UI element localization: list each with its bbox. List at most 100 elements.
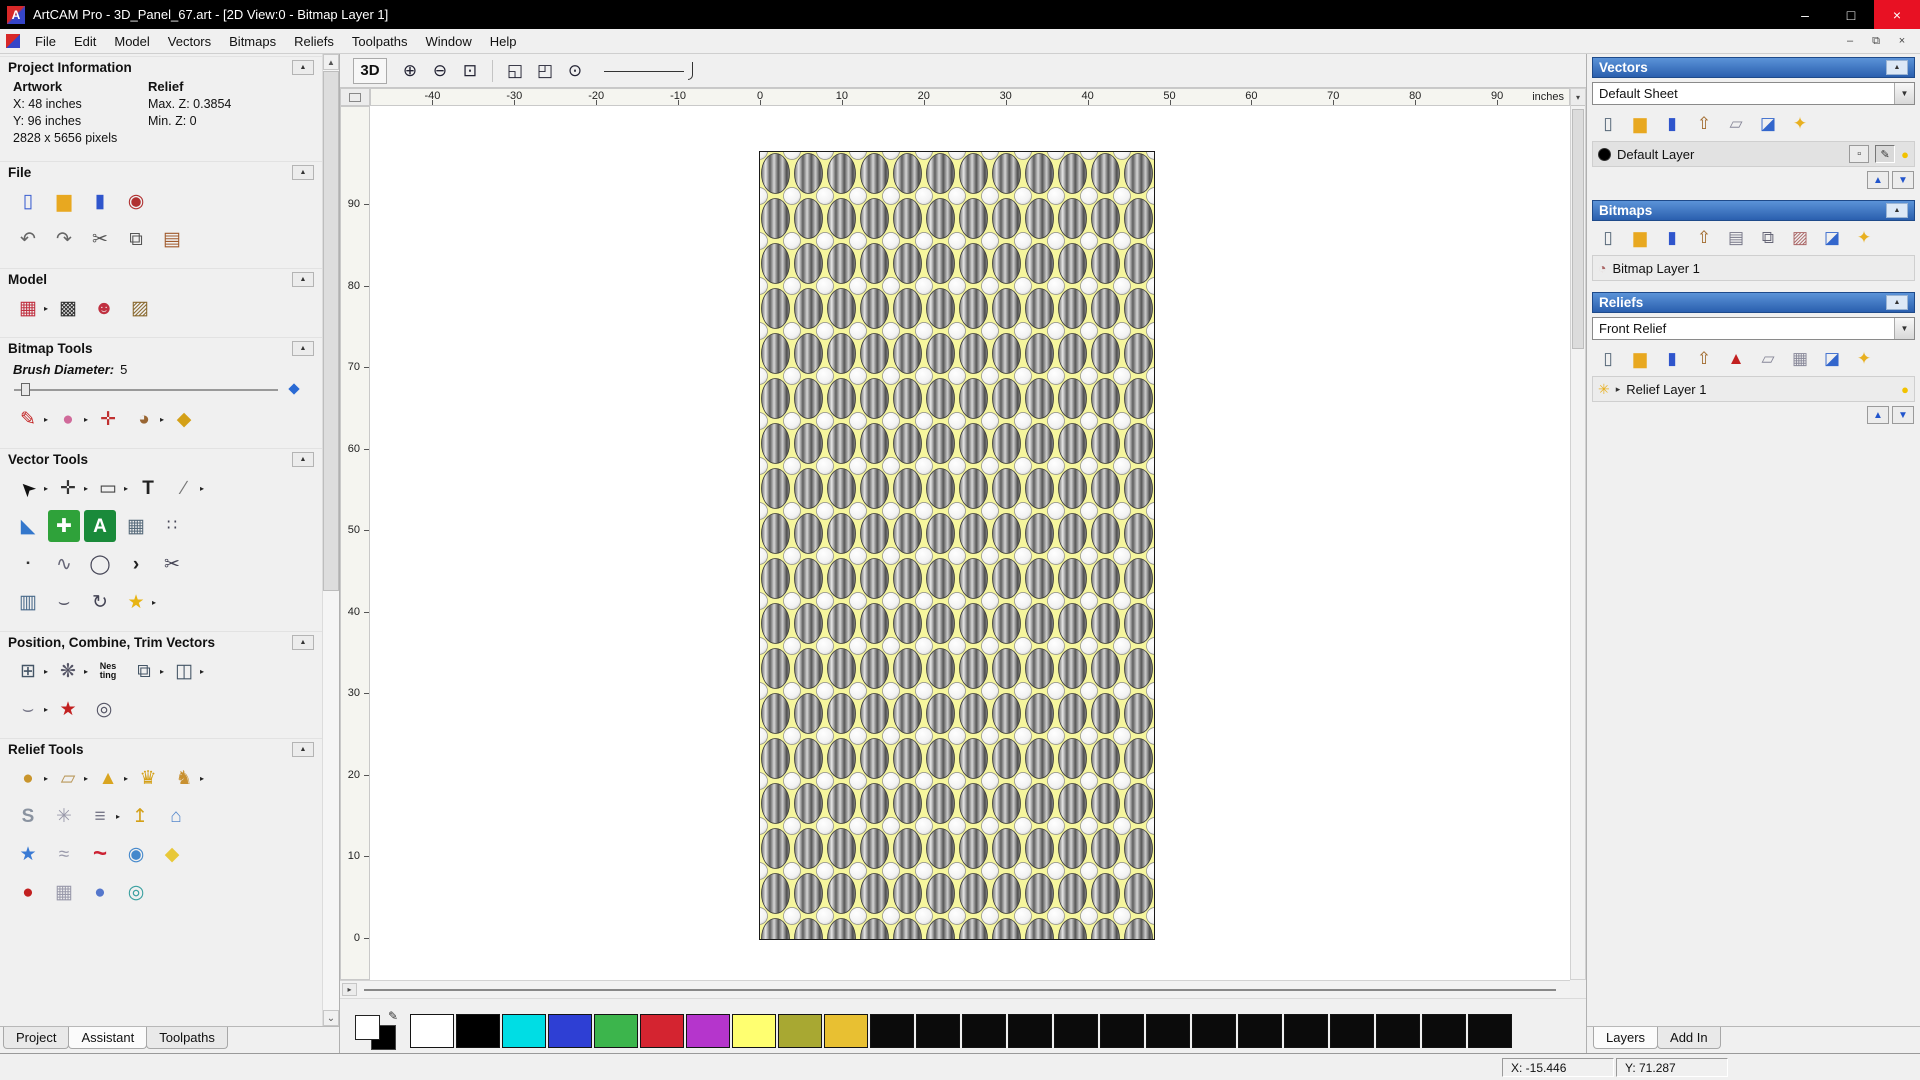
greyscale-model-icon[interactable]: ▩ xyxy=(52,292,84,324)
delete-relief-layer-icon[interactable]: ◪ xyxy=(1817,345,1847,371)
drawing-canvas[interactable] xyxy=(370,106,1570,980)
circular-array-flyout-arrow[interactable]: ▸ xyxy=(84,667,88,676)
block-array-icon[interactable]: ∷ xyxy=(156,510,188,542)
smooth-relief-flyout-arrow[interactable]: ▸ xyxy=(84,774,88,783)
menu-reliefs[interactable]: Reliefs xyxy=(285,30,343,53)
airbrush-icon[interactable]: ● xyxy=(52,403,84,435)
align-objects-icon[interactable]: ⊞ xyxy=(12,655,44,687)
fit-arcs-flyout-arrow[interactable]: ▸ xyxy=(44,705,48,714)
line-width-handle[interactable] xyxy=(688,61,693,80)
rollup-button[interactable]: ▲ xyxy=(292,742,314,757)
tab-project[interactable]: Project xyxy=(3,1027,70,1049)
smooth-relief-icon[interactable]: ▱ xyxy=(52,762,84,794)
face-wizard-icon[interactable]: ☻ xyxy=(88,292,120,324)
preview-bitmap-icon[interactable]: ▨ xyxy=(1785,224,1815,250)
creature-relief-flyout-arrow[interactable]: ▸ xyxy=(200,774,204,783)
zoom-out-icon[interactable]: ⊖ xyxy=(426,58,454,84)
paint-flyout-arrow[interactable]: ▸ xyxy=(44,415,48,424)
zoom-fit-icon[interactable]: ◰ xyxy=(531,58,559,84)
save-bitmap-icon[interactable]: ▮ xyxy=(1657,224,1687,250)
flood-fill-icon[interactable]: ◆ xyxy=(168,403,200,435)
color-swatch-22[interactable] xyxy=(1422,1013,1466,1048)
open-bitmap-icon[interactable]: ▆ xyxy=(1625,224,1655,250)
export-vectors-icon[interactable]: ▱ xyxy=(1721,110,1751,136)
cut-icon[interactable]: ✂ xyxy=(84,223,116,255)
color-swatch-7[interactable] xyxy=(732,1013,776,1048)
chevron-down-icon[interactable]: ▼ xyxy=(1894,83,1914,104)
create-star-flyout-arrow[interactable]: ▸ xyxy=(152,598,156,607)
relief-fan-flyout-arrow[interactable]: ▸ xyxy=(124,774,128,783)
fit-curve-icon[interactable]: ⌣ xyxy=(48,586,80,618)
relief-lamp-icon[interactable]: ⌂ xyxy=(160,800,192,832)
menu-model[interactable]: Model xyxy=(105,30,158,53)
save-relief-icon[interactable]: ▮ xyxy=(1657,345,1687,371)
move-layer-down-icon[interactable]: ▼ xyxy=(1892,171,1914,189)
load-relief-icon[interactable]: ▦ xyxy=(12,292,44,324)
group-vectors-icon[interactable]: ⧉ xyxy=(128,655,160,687)
canvas-horizontal-scrollbar[interactable]: ▸ xyxy=(340,980,1570,998)
text-on-curve-icon[interactable]: A xyxy=(84,510,116,542)
paint-icon[interactable]: ✎ xyxy=(12,403,44,435)
relief-layer-row[interactable]: ✳ ▸ Relief Layer 1 ● xyxy=(1592,376,1915,402)
texture-sphere-icon[interactable]: ◉ xyxy=(120,838,152,870)
bitmap-layer-row[interactable]: ◔ Bitmap Layer 1 xyxy=(1592,255,1915,281)
rollup-button[interactable]: ▲ xyxy=(1886,295,1908,310)
mdi-close-button[interactable]: × xyxy=(1892,35,1912,48)
create-rectangle-flyout-arrow[interactable]: ▸ xyxy=(124,484,128,493)
relief-plane-icon[interactable]: ◆ xyxy=(156,838,188,870)
airbrush-flyout-arrow[interactable]: ▸ xyxy=(84,415,88,424)
open-model-icon[interactable]: ▆ xyxy=(48,185,80,217)
transform-vectors-flyout-arrow[interactable]: ▸ xyxy=(84,484,88,493)
rollup-button[interactable]: ▲ xyxy=(292,272,314,287)
close-button[interactable]: × xyxy=(1874,0,1920,29)
expand-layer-icon[interactable]: ▸ xyxy=(1616,384,1621,395)
horizontal-scroll-thumb[interactable] xyxy=(364,989,1556,991)
color-swatch-6[interactable] xyxy=(686,1013,730,1048)
color-swatch-2[interactable] xyxy=(502,1013,546,1048)
merge-relief-layers-icon[interactable]: ✦ xyxy=(1849,345,1879,371)
panel-artwork[interactable] xyxy=(759,151,1155,940)
create-circle-icon[interactable]: ◯ xyxy=(84,548,116,580)
create-text-icon[interactable]: T xyxy=(132,472,164,504)
rollup-button[interactable]: ▲ xyxy=(292,165,314,180)
open-relief-icon[interactable]: ▆ xyxy=(1625,345,1655,371)
color-swatch-15[interactable] xyxy=(1100,1013,1144,1048)
assistant-scrollbar[interactable]: ▲ ⌄ xyxy=(322,54,339,1026)
view-3d-button[interactable]: 3D xyxy=(353,57,387,84)
color-swatch-20[interactable] xyxy=(1330,1013,1374,1048)
load-relief-flyout-arrow[interactable]: ▸ xyxy=(44,304,48,313)
import-vectors-icon[interactable]: ⇧ xyxy=(1689,110,1719,136)
minimize-button[interactable]: – xyxy=(1782,0,1828,29)
sheet-select[interactable]: Default Sheet ▼ xyxy=(1592,82,1915,105)
vector-doctor-icon[interactable]: ◣ xyxy=(12,510,44,542)
palette-flyout-arrow[interactable]: ▸ xyxy=(160,415,164,424)
line-width-selector[interactable] xyxy=(604,60,704,82)
color-swatch-11[interactable] xyxy=(916,1013,960,1048)
measure-icon[interactable]: ∕ xyxy=(168,472,200,504)
swirl-relief-icon[interactable]: ◎ xyxy=(120,876,152,908)
chevron-down-icon[interactable]: ▼ xyxy=(1894,318,1914,339)
combine-bitmap-icon[interactable]: ✦ xyxy=(1849,224,1879,250)
color-swatch-16[interactable] xyxy=(1146,1013,1190,1048)
color-swatch-14[interactable] xyxy=(1054,1013,1098,1048)
color-swatch-3[interactable] xyxy=(548,1013,592,1048)
canvas-vertical-scrollbar[interactable]: ▾ xyxy=(1570,88,1586,980)
rollup-button[interactable]: ▲ xyxy=(1886,60,1908,75)
menu-file[interactable]: File xyxy=(26,30,65,53)
redo-icon[interactable]: ↷ xyxy=(48,223,80,255)
tab-assistant[interactable]: Assistant xyxy=(68,1027,148,1049)
color-swatch-18[interactable] xyxy=(1238,1013,1282,1048)
edit-layer-icon[interactable]: ✎ xyxy=(1875,145,1896,163)
create-polyline-icon[interactable]: › xyxy=(120,548,152,580)
dot-relief-icon[interactable]: ● xyxy=(12,876,44,908)
scroll-left-icon[interactable]: ▸ xyxy=(342,983,357,996)
sphere-relief-icon[interactable]: ● xyxy=(84,876,116,908)
color-swatch-13[interactable] xyxy=(1008,1013,1052,1048)
creature-relief-icon[interactable]: ♞ xyxy=(168,762,200,794)
menu-help[interactable]: Help xyxy=(481,30,526,53)
color-swatch-19[interactable] xyxy=(1284,1013,1328,1048)
weave-wizard-icon[interactable]: ✳ xyxy=(48,800,80,832)
sculpt-flyout-arrow[interactable]: ▸ xyxy=(44,774,48,783)
zoom-box-icon[interactable]: ⊡ xyxy=(456,58,484,84)
weld-vectors-icon[interactable]: ◫ xyxy=(168,655,200,687)
